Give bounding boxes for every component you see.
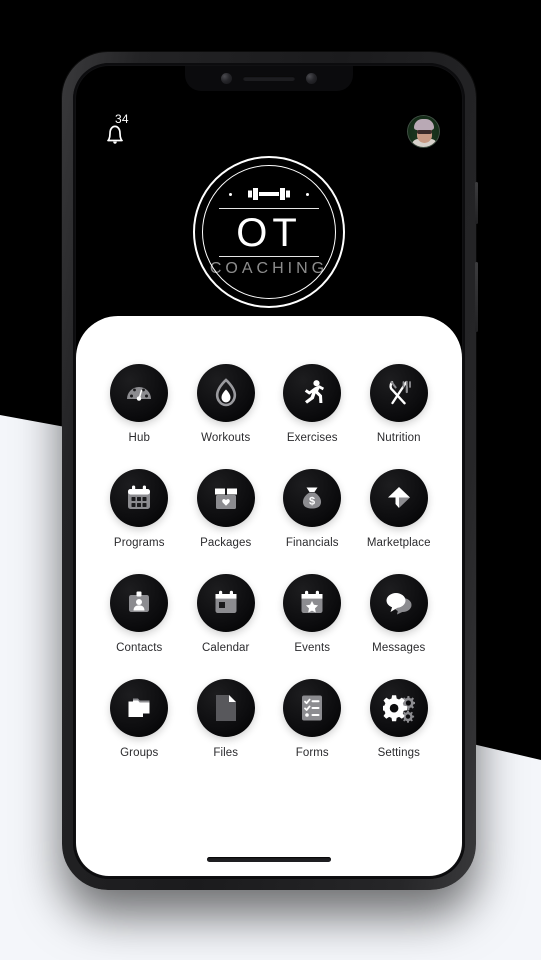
menu-item-label: Messages bbox=[372, 642, 426, 654]
menu-item-calendar[interactable]: Calendar bbox=[183, 574, 270, 654]
menu-sheet: Hub Workouts Exercises Nutrition Program… bbox=[76, 316, 462, 876]
menu-item-marketplace[interactable]: Marketplace bbox=[356, 469, 443, 549]
menu-item-label: Exercises bbox=[286, 432, 338, 444]
phone-screen: 34 OT COACHING Hub Workouts Exercises Nu… bbox=[76, 66, 462, 876]
menu-item-nutrition[interactable]: Nutrition bbox=[356, 364, 443, 444]
volume-button[interactable] bbox=[475, 182, 478, 224]
avatar-glasses bbox=[417, 129, 432, 134]
calendar-icon bbox=[196, 574, 255, 632]
menu-item-label: Events bbox=[294, 642, 331, 654]
menu-item-events[interactable]: Events bbox=[269, 574, 356, 654]
phone-mockup: 34 OT COACHING Hub Workouts Exercises Nu… bbox=[62, 52, 478, 890]
calendar-grid-icon bbox=[110, 469, 169, 527]
svg-text:$: $ bbox=[309, 495, 315, 507]
menu-item-groups[interactable]: Groups bbox=[96, 679, 183, 759]
notification-badge: 34 bbox=[115, 112, 129, 126]
menu-item-label: Contacts bbox=[116, 642, 163, 654]
phone-notch bbox=[185, 66, 353, 91]
dumbbell-icon bbox=[238, 184, 300, 204]
id-card-icon bbox=[110, 574, 169, 632]
calendar-star-icon bbox=[283, 574, 342, 632]
flame-icon bbox=[196, 364, 255, 422]
paper-plane-icon bbox=[369, 469, 428, 527]
notifications-button[interactable]: 34 bbox=[98, 112, 132, 148]
menu-item-label: Files bbox=[213, 747, 239, 759]
menu-item-hub[interactable]: Hub bbox=[96, 364, 183, 444]
box-heart-icon bbox=[196, 469, 255, 527]
fork-knife-icon bbox=[369, 364, 428, 422]
menu-item-label: Packages bbox=[200, 537, 252, 549]
speech-bubbles-icon bbox=[369, 574, 428, 632]
menu-item-label: Settings bbox=[377, 747, 420, 759]
running-person-icon bbox=[283, 364, 342, 422]
menu-item-label: Marketplace bbox=[366, 537, 431, 549]
menu-item-label: Nutrition bbox=[376, 432, 421, 444]
menu-item-files[interactable]: Files bbox=[183, 679, 270, 759]
checklist-icon bbox=[283, 679, 342, 737]
menu-item-programs[interactable]: Programs bbox=[96, 469, 183, 549]
menu-item-packages[interactable]: Packages bbox=[183, 469, 270, 549]
power-button[interactable] bbox=[475, 262, 478, 332]
menu-item-settings[interactable]: Settings bbox=[356, 679, 443, 759]
avatar[interactable] bbox=[407, 114, 440, 148]
home-indicator bbox=[207, 857, 331, 862]
logo-wordmark: OT bbox=[236, 211, 302, 255]
menu-item-contacts[interactable]: Contacts bbox=[96, 574, 183, 654]
money-bag-icon: $ bbox=[283, 469, 342, 527]
avatar-hat bbox=[414, 118, 434, 130]
menu-item-workouts[interactable]: Workouts bbox=[183, 364, 270, 444]
menu-item-forms[interactable]: Forms bbox=[269, 679, 356, 759]
logo-dot-right bbox=[306, 193, 309, 196]
logo-divider-top bbox=[219, 208, 319, 209]
menu-item-label: Forms bbox=[295, 747, 329, 759]
menu-item-messages[interactable]: Messages bbox=[356, 574, 443, 654]
menu-item-label: Workouts bbox=[201, 432, 251, 444]
speedometer-icon bbox=[110, 364, 169, 422]
app-header: 34 bbox=[76, 110, 462, 152]
earpiece-speaker bbox=[243, 75, 295, 81]
menu-item-exercises[interactable]: Exercises bbox=[269, 364, 356, 444]
phone-bezel: 34 OT COACHING Hub Workouts Exercises Nu… bbox=[73, 63, 465, 879]
logo-divider-bottom bbox=[219, 256, 319, 257]
menu-item-label: Hub bbox=[128, 432, 150, 444]
menu-item-financials[interactable]: $ Financials bbox=[269, 469, 356, 549]
document-icon bbox=[196, 679, 255, 737]
logo-dot-left bbox=[229, 193, 232, 196]
sensor-icon bbox=[306, 72, 317, 84]
front-camera-icon bbox=[221, 72, 232, 84]
menu-item-label: Financials bbox=[285, 537, 339, 549]
menu-item-label: Calendar bbox=[202, 642, 250, 654]
brand-logo: OT COACHING bbox=[193, 156, 345, 308]
menu-item-label: Programs bbox=[113, 537, 165, 549]
folders-icon bbox=[110, 679, 169, 737]
gears-icon bbox=[369, 679, 428, 737]
menu-item-label: Groups bbox=[120, 747, 159, 759]
menu-grid: Hub Workouts Exercises Nutrition Program… bbox=[96, 364, 442, 759]
logo-tagline: COACHING bbox=[209, 260, 329, 277]
